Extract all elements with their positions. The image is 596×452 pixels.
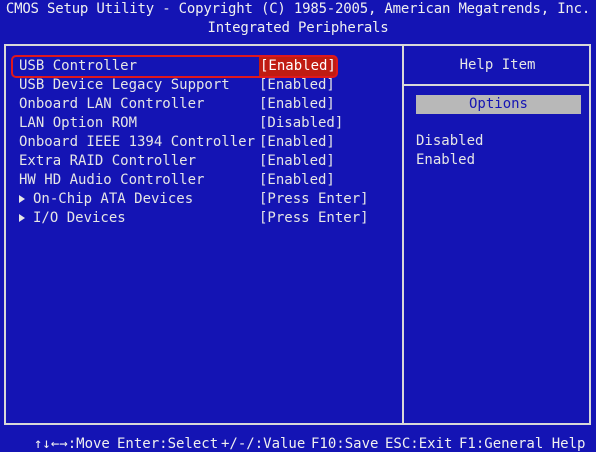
key-move: ↑↓←→:Move (34, 436, 110, 452)
setting-label: LAN Option ROM (19, 115, 138, 131)
setting-label: Onboard LAN Controller (19, 96, 205, 112)
setting-value[interactable]: [Enabled] (259, 133, 335, 152)
submenu-arrow-icon (19, 214, 25, 222)
key-exit: ESC:Exit (385, 436, 453, 452)
setting-label: Onboard IEEE 1394 Controller (19, 134, 256, 150)
page-title: Integrated Peripherals (207, 20, 389, 36)
option-enabled[interactable]: Enabled (416, 152, 475, 168)
help-divider (404, 84, 591, 86)
selection-highlight (11, 55, 338, 78)
setting-value[interactable]: [Enabled] (259, 95, 335, 114)
setting-label: Extra RAID Controller (19, 153, 197, 169)
setting-value[interactable]: [Enabled] (259, 171, 335, 190)
key-general-help: F1:General Help (459, 436, 586, 452)
setting-label: I/O Devices (33, 210, 126, 226)
setting-label: HW HD Audio Controller (19, 172, 205, 188)
setting-label: USB Device Legacy Support (19, 77, 230, 93)
setting-value[interactable]: [Press Enter] (259, 190, 369, 209)
options-header: Options (416, 95, 581, 114)
key-value: +/-/:Value (221, 436, 306, 452)
setting-value[interactable]: [Disabled] (259, 114, 343, 133)
key-select: Enter:Select (117, 436, 219, 452)
help-title: Help Item (459, 57, 536, 73)
setting-value[interactable]: [Enabled] (259, 152, 335, 171)
key-save: F10:Save (311, 436, 379, 452)
setting-value[interactable]: [Enabled] (259, 76, 335, 95)
setting-value[interactable]: [Press Enter] (259, 209, 369, 228)
panel-divider (402, 44, 404, 425)
header-title: CMOS Setup Utility - Copyright (C) 1985-… (5, 1, 591, 17)
submenu-arrow-icon (19, 195, 25, 203)
setting-label: On-Chip ATA Devices (33, 191, 194, 207)
option-disabled[interactable]: Disabled (416, 133, 483, 149)
